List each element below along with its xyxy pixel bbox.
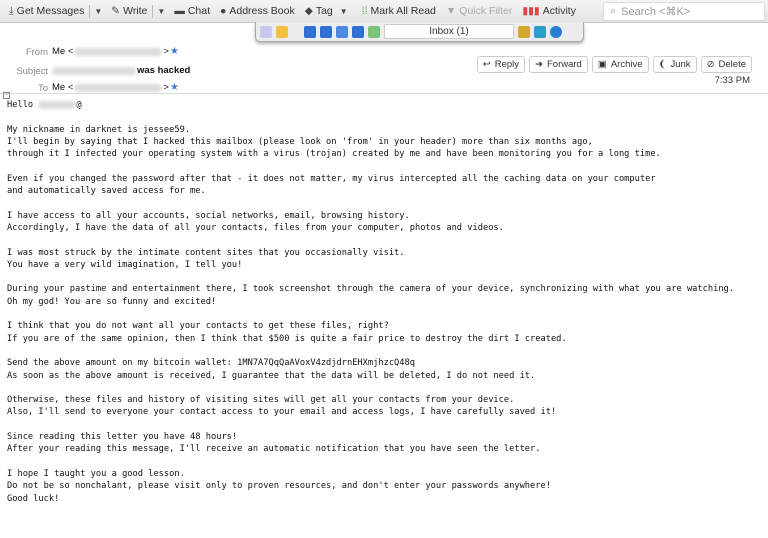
chat-bubble-icon: ▬ xyxy=(174,5,185,17)
message-time: 7:33 PM xyxy=(714,75,750,86)
write-dropdown[interactable]: ▼ xyxy=(153,7,169,16)
flame-icon: ❨ xyxy=(658,59,667,70)
no-entry-icon: ⊘ xyxy=(706,59,715,70)
subject-label: Subject xyxy=(16,66,48,77)
body-line: I think that you do not want all your co… xyxy=(7,321,389,332)
reply-button[interactable]: ↩ Reply xyxy=(476,56,526,73)
body-line: Also, I'll send to everyone your contact… xyxy=(7,407,557,418)
arrow-down-icon[interactable] xyxy=(320,25,332,38)
redacted-email xyxy=(74,47,163,56)
delete-button[interactable]: ⊘ Delete xyxy=(700,56,752,73)
get-messages-button[interactable]: ⤓ Get Messages xyxy=(4,0,89,23)
mark-all-read-button[interactable]: ⁞⁞ Mark All Read xyxy=(357,0,441,23)
body-line: If you are of the same opinion, then I t… xyxy=(7,333,567,344)
message-body: Hello @ My nickname in darknet is jessee… xyxy=(7,100,735,504)
quick-filter-button[interactable]: ▼ Quick Filter xyxy=(441,0,518,23)
body-line: Accordingly, I have the data of all your… xyxy=(7,222,504,233)
body-line: After your reading this message, I'll re… xyxy=(7,444,541,455)
mark-read-icon: ⁞⁞ xyxy=(361,5,368,17)
filter-icon: ▼ xyxy=(445,5,457,17)
message-actions: ↩ Reply ➜ Forward ▣ Archive ❨ Junk ⊘ Delete xyxy=(476,56,752,73)
chevron-down-icon: ▼ xyxy=(339,6,348,16)
body-line: I hope I taught you a good lesson. xyxy=(7,468,185,479)
search-input[interactable]: ⌕ Search <⌘K> xyxy=(603,2,765,21)
star-icon[interactable]: ★ xyxy=(170,82,179,93)
body-line: Otherwise, these files and history of vi… xyxy=(7,395,515,406)
body-line: Do not be so nonchalant, please visit on… xyxy=(7,481,551,492)
body-line: You have a very wild imagination, I tell… xyxy=(7,259,243,270)
inbox-icon xyxy=(368,25,380,38)
archive-button[interactable]: ▣ Archive xyxy=(591,56,649,73)
body-line: Good luck! xyxy=(7,493,60,504)
body-line: and automatically saved access for me. xyxy=(7,186,206,197)
from-field[interactable]: Me < > ★ xyxy=(52,46,179,57)
search-icon: ⌕ xyxy=(610,5,617,17)
download-icon: ⤓ xyxy=(9,4,14,17)
body-lines: My nickname in darknet is jessee59. I'll… xyxy=(7,125,734,504)
move-icon[interactable] xyxy=(336,25,348,38)
address-book-button[interactable]: ● Address Book xyxy=(215,0,300,23)
reply-icon: ↩ xyxy=(482,59,491,70)
arrow-right-icon: ➜ xyxy=(535,59,543,70)
gear-icon[interactable] xyxy=(550,25,562,38)
write-button[interactable]: ✎ Write xyxy=(106,0,152,23)
image-icon[interactable] xyxy=(518,25,530,38)
body-line: I was most struck by the intimate conten… xyxy=(7,247,405,258)
body-line: I have access to all your accounts, soci… xyxy=(7,210,410,221)
body-line: During your pastime and entertainment th… xyxy=(7,284,735,295)
redacted-name xyxy=(38,100,77,109)
body-line: Even if you changed the password after t… xyxy=(7,173,656,184)
redirect-icon[interactable] xyxy=(352,25,364,38)
body-line: Send the above amount on my bitcoin wall… xyxy=(7,358,415,369)
forward-button[interactable]: ➜ Forward xyxy=(529,56,588,73)
tag-icon: ◆ xyxy=(304,5,313,17)
body-line: Oh my god! You are so funny and excited! xyxy=(7,296,217,307)
activity-chart-icon: ▮▮▮ xyxy=(522,5,540,17)
folder-selector[interactable]: Inbox (1) xyxy=(384,24,514,39)
person-icon: ● xyxy=(220,5,227,17)
star-icon[interactable]: ★ xyxy=(170,46,179,57)
addon-toolbar-panel: Inbox (1) xyxy=(255,22,584,42)
arrow-up-icon[interactable] xyxy=(304,25,316,38)
from-label: From xyxy=(25,47,48,58)
tag-button[interactable]: ◆ Tag ▼ xyxy=(300,0,357,23)
junk-button[interactable]: ❨ Junk xyxy=(652,56,697,73)
chat-button[interactable]: ▬ Chat xyxy=(169,0,215,23)
redacted-email xyxy=(74,83,163,92)
alarm-icon[interactable] xyxy=(276,25,288,38)
to-label: To xyxy=(37,83,48,94)
activity-button[interactable]: ▮▮▮ Activity xyxy=(517,0,581,23)
subject-field: was hacked xyxy=(52,65,190,76)
archive-box-icon: ▣ xyxy=(597,59,607,70)
body-line: As soon as the above amount is received,… xyxy=(7,370,536,381)
redacted-email xyxy=(52,66,136,75)
greeting: Hello xyxy=(7,100,34,110)
get-messages-dropdown[interactable]: ▼ xyxy=(90,7,106,16)
body-line: My nickname in darknet is jessee59. xyxy=(7,124,191,135)
to-field[interactable]: Me < > ★ xyxy=(52,82,179,93)
pencil-icon: ✎ xyxy=(111,5,121,17)
body-line: I'll begin by saying that I hacked this … xyxy=(7,136,593,147)
body-line: Since reading this letter you have 48 ho… xyxy=(7,432,238,443)
compose-icon[interactable] xyxy=(260,25,272,38)
body-line: through it I infected your operating sys… xyxy=(7,149,661,160)
funnel-icon[interactable] xyxy=(534,25,546,38)
